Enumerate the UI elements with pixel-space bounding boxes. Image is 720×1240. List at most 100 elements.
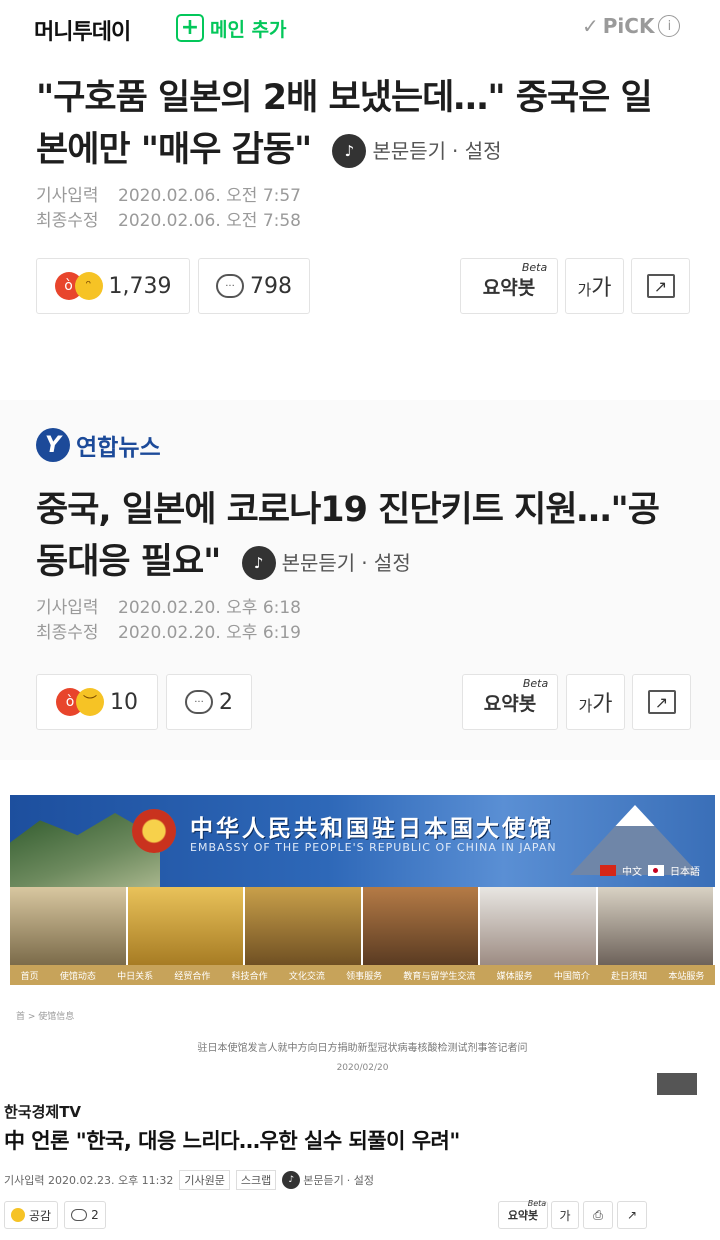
article-dates: 기사입력 2020.02.06. 오전 7:57 최종수정 2020.02.06. … — [36, 184, 301, 234]
lang-jp: 日本語 — [670, 867, 700, 878]
embassy-nav-item: 赴日须知 — [611, 971, 648, 982]
headphone-wave-icon: ♪ — [282, 1171, 301, 1189]
speech-bubble-icon — [71, 1209, 88, 1221]
reaction-count: 10 — [110, 689, 138, 715]
scrap-button[interactable]: 스크랩 — [235, 1170, 277, 1190]
summary-bot-button[interactable]: 요약봇 Beta — [460, 258, 558, 314]
listen-control[interactable]: ♪ 본문듣기 · 설정 — [332, 125, 502, 177]
embassy-photo — [127, 887, 245, 965]
comment-button[interactable]: ··· 2 — [166, 674, 252, 730]
china-flag-icon — [600, 865, 616, 876]
comment-count: 2 — [219, 689, 233, 715]
check-icon: ✓ — [582, 14, 599, 38]
plus-icon: + — [176, 14, 204, 42]
embassy-nav-item: 文化交流 — [288, 971, 325, 982]
share-button[interactable]: ↗ — [632, 674, 691, 730]
published-key: 기사입력 — [36, 598, 99, 618]
lang-cn: 中文 — [622, 867, 642, 878]
embassy-nav-item: 经贸合作 — [174, 971, 211, 982]
image-corner-overlay — [657, 1073, 697, 1095]
reaction-button[interactable]: ò ︶ 10 — [36, 674, 158, 730]
modified-value: 2020.02.06. 오전 7:58 — [118, 211, 302, 231]
reaction-button[interactable]: ò ᵔ 1,739 — [36, 258, 190, 314]
summary-bot-label: 요약봇 Beta — [508, 1199, 546, 1223]
font-small-glyph: 가 — [577, 281, 592, 299]
article-title: 중국, 일본에 코로나19 진단키트 지원…"공동대응 필요" ♪ 본문듣기 ·… — [36, 484, 676, 589]
embassy-nav-item: 中日关系 — [117, 971, 154, 982]
settings-link[interactable]: · 설정 — [361, 537, 411, 589]
summary-bot-label: 요약봇 Beta — [482, 261, 547, 300]
share-arrow-icon: ↗ — [647, 690, 676, 714]
published-key: 기사입력 — [36, 186, 99, 206]
language-switch: 中文 日本語 — [600, 863, 700, 878]
embassy-photo-strip — [10, 887, 715, 965]
font-size-icon: 가가 — [578, 686, 612, 718]
pick-badge[interactable]: ✓ PiCK i — [582, 14, 681, 38]
font-size-button[interactable]: 가 — [551, 1201, 579, 1229]
national-emblem-icon — [132, 809, 176, 853]
reaction-emoji-icons: ò ︶ — [56, 688, 104, 716]
embassy-nav-item: 使馆动态 — [59, 971, 96, 982]
smile-emoji-icon: ᵔ — [74, 272, 103, 300]
modified-value: 2020.02.20. 오후 6:19 — [118, 623, 302, 643]
share-arrow-icon: ↗ — [626, 1208, 638, 1222]
comment-button[interactable]: ··· 798 — [198, 258, 310, 314]
embassy-photo — [245, 887, 363, 965]
reaction-count: 1,739 — [108, 273, 172, 299]
settings-link[interactable]: · 설정 — [347, 1172, 374, 1188]
listen-label[interactable]: 본문듣기 — [282, 537, 356, 589]
listen-label[interactable]: 본문듣기 — [303, 1172, 343, 1188]
embassy-nav: 首页 使馆动态 中日关系 经贸合作 科技合作 文化交流 领事服务 教育与留学生交… — [10, 965, 715, 985]
add-main-label: 메인 추가 — [210, 18, 287, 41]
beta-badge: Beta — [522, 676, 549, 690]
share-button[interactable]: ↗ — [631, 258, 690, 314]
settings-link[interactable]: · 설정 — [452, 125, 502, 177]
embassy-photo — [480, 887, 598, 965]
embassy-title-cn: 中华人民共和国驻日本国大使馆 — [190, 816, 554, 842]
embassy-date: 2020/02/20 — [336, 1063, 389, 1073]
article-title: "구호품 일본의 2배 보냈는데…" 중국은 일본에만 "매우 감동" ♪ 본문… — [36, 72, 676, 177]
share-button[interactable]: ↗ — [617, 1201, 647, 1229]
embassy-breadcrumb: 首 > 使馆信息 — [16, 1012, 75, 1022]
summary-bot-button[interactable]: 요약봇 Beta — [462, 674, 558, 730]
font-size-button[interactable]: 가가 — [566, 674, 625, 730]
embassy-website-image: 中华人民共和国驻日本国大使馆 EMBASSY OF THE PEOPLE'S R… — [10, 795, 715, 1095]
summary-bot-label: 요약봇 Beta — [484, 677, 548, 716]
press-logo[interactable]: 머니투데이 — [34, 14, 131, 46]
like-button[interactable]: 공감 — [4, 1201, 58, 1229]
listen-control[interactable]: ♪ 본문듣기 · 설정 — [241, 537, 411, 589]
add-main-button[interactable]: + 메인 추가 — [176, 14, 287, 42]
embassy-nav-item: 领事服务 — [346, 971, 383, 982]
listen-label[interactable]: 본문듣기 — [372, 125, 446, 177]
beta-badge: Beta — [527, 1199, 547, 1208]
info-icon[interactable]: i — [658, 15, 681, 37]
sad-emoji-icon: ︶ — [76, 688, 104, 716]
embassy-photo — [10, 887, 128, 965]
share-arrow-icon: ↗ — [646, 274, 675, 298]
embassy-nav-item: 科技合作 — [231, 971, 268, 982]
japan-flag-icon — [648, 865, 664, 876]
comment-count: 798 — [250, 273, 292, 299]
published-date: 기사입력 2020.02.23. 오후 11:32 — [4, 1174, 174, 1187]
press-logo[interactable]: 한국경제TV — [4, 1101, 81, 1122]
speech-bubble-icon: ··· — [185, 690, 213, 714]
modified-key: 최종수정 — [36, 623, 99, 643]
article-meta: 기사입력 2020.02.23. 오후 11:32 기사원문 스크랩 ♪ 본문듣… — [4, 1170, 374, 1190]
font-size-button[interactable]: 가가 — [565, 258, 624, 314]
comment-button[interactable]: 2 — [64, 1201, 106, 1229]
font-small-glyph: 가 — [578, 697, 593, 715]
summary-bot-button[interactable]: 요약봇 Beta — [498, 1199, 548, 1229]
modified-key: 최종수정 — [36, 211, 99, 231]
article-card-moneytoday: 머니투데이 + 메인 추가 ✓ PiCK i "구호품 일본의 2배 보냈는데…… — [0, 0, 720, 360]
summary-bot-text: 요약봇 — [482, 276, 536, 299]
listen-control[interactable]: ♪ 본문듣기 · 설정 — [282, 1171, 374, 1189]
print-button[interactable]: ⎙ — [583, 1201, 613, 1229]
original-article-link[interactable]: 기사원문 — [179, 1170, 230, 1190]
article-card-yonhap: Y 연합뉴스 중국, 일본에 코로나19 진단키트 지원…"공동대응 필요" ♪… — [0, 400, 720, 760]
embassy-nav-item: 中国简介 — [553, 971, 590, 982]
press-logo[interactable]: Y 연합뉴스 — [36, 428, 161, 462]
comment-count: 2 — [91, 1208, 99, 1222]
published-value: 2020.02.06. 오전 7:57 — [118, 186, 302, 206]
article-dates: 기사입력 2020.02.20. 오후 6:18 최종수정 2020.02.20. … — [36, 596, 301, 646]
embassy-title-en: EMBASSY OF THE PEOPLE'S REPUBLIC OF CHIN… — [190, 841, 557, 854]
